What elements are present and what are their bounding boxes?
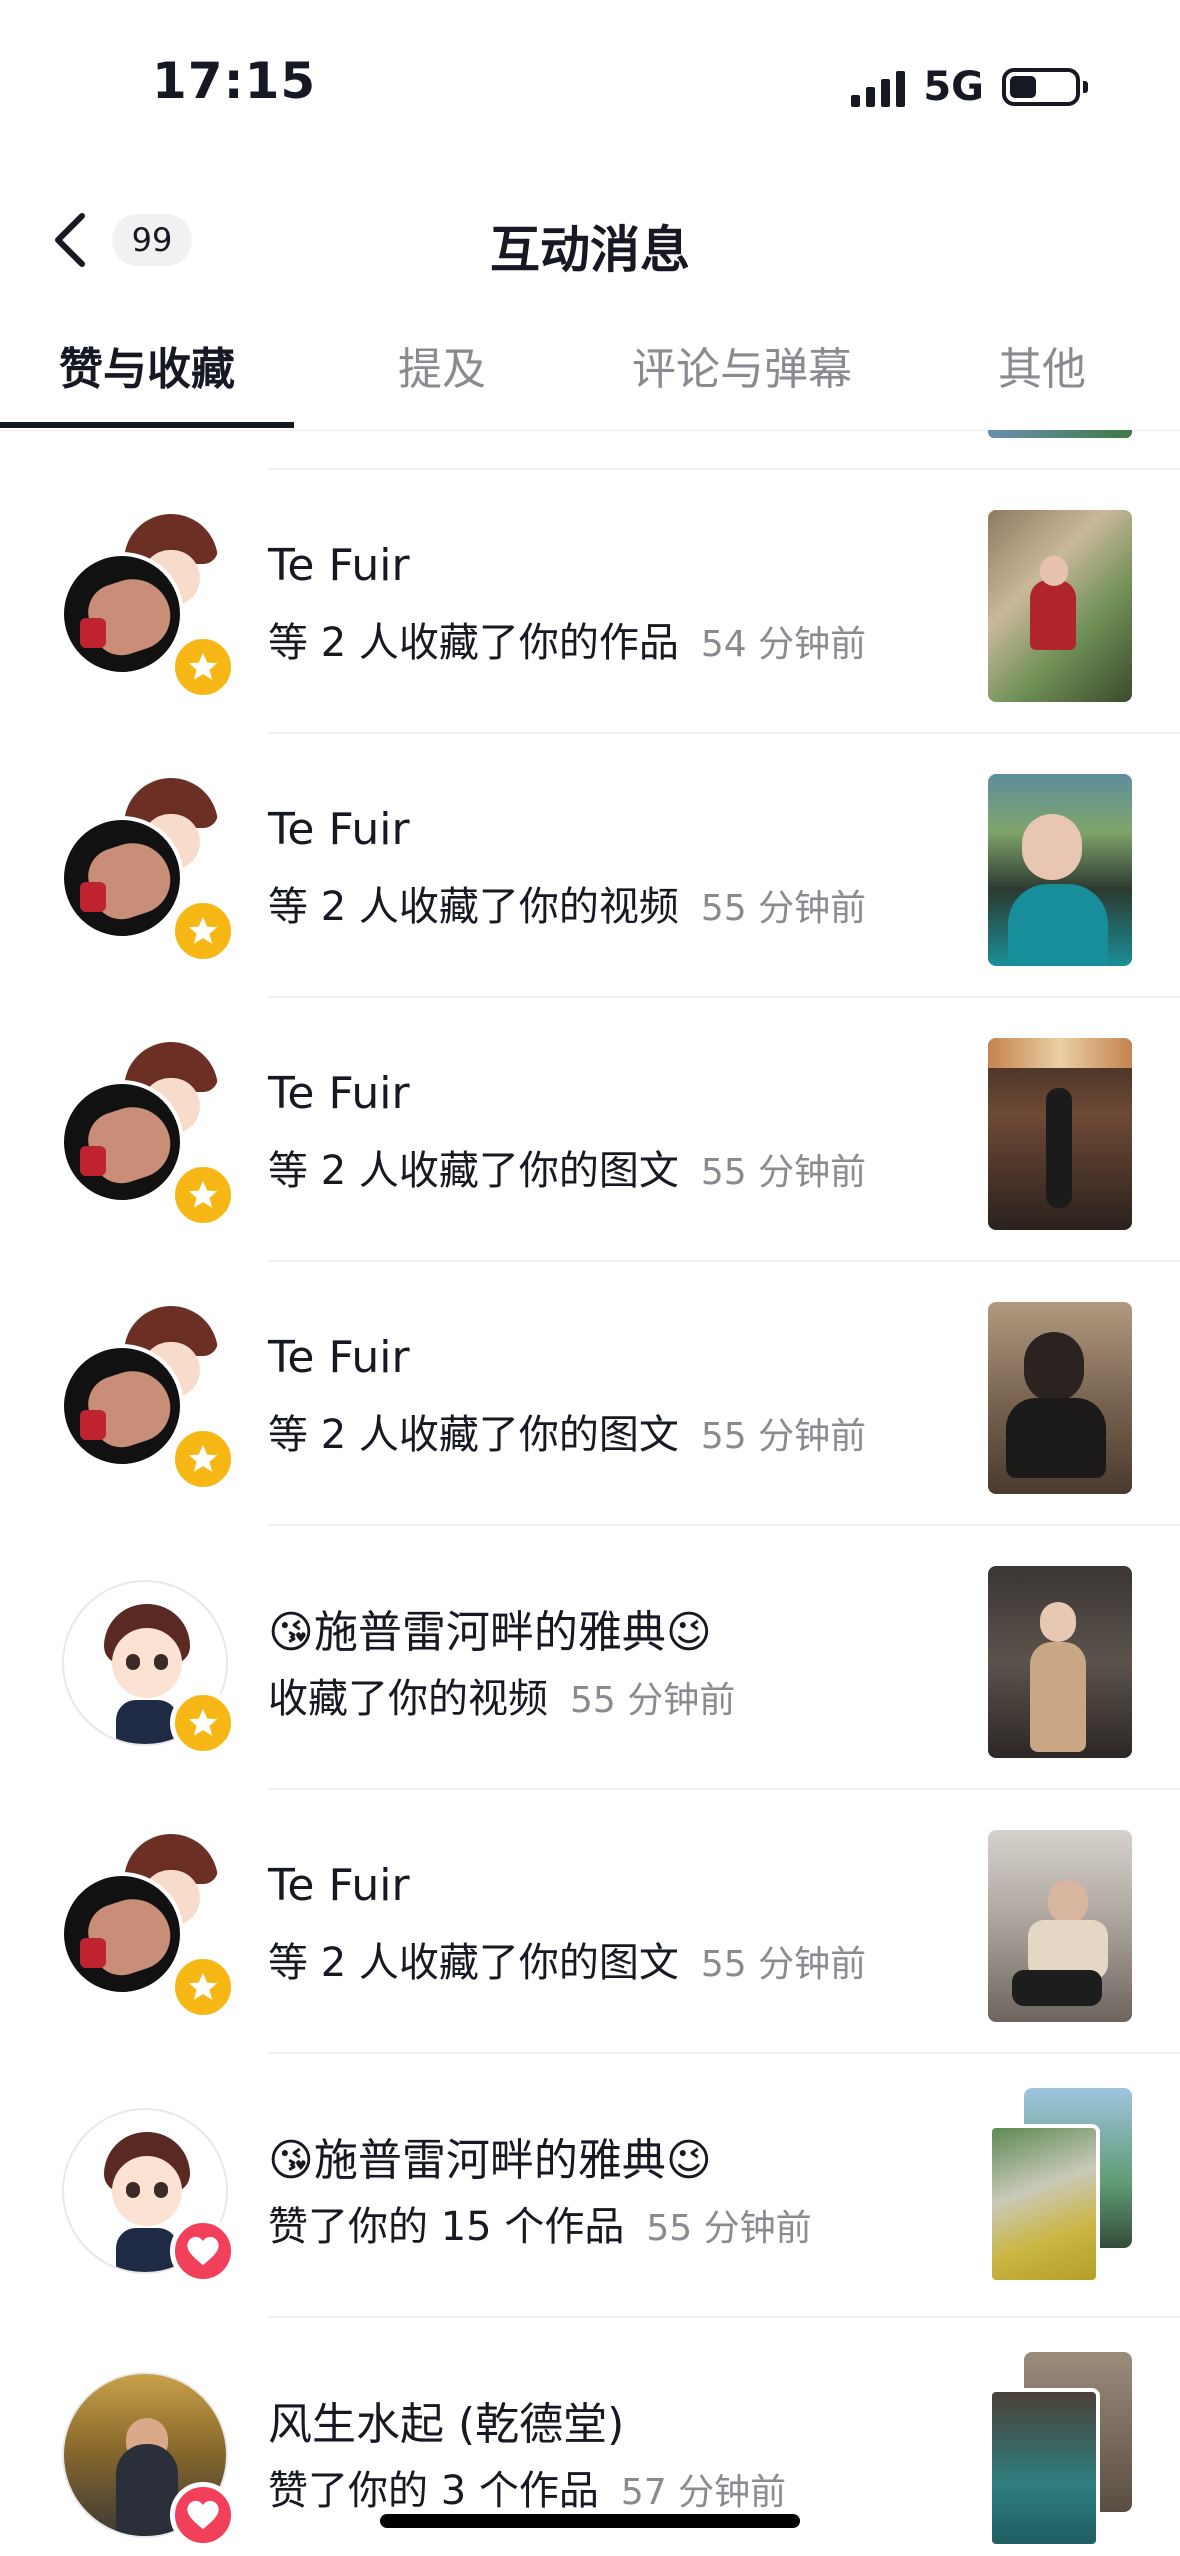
- battery-icon: [1002, 68, 1088, 106]
- action-text: 等 2 人收藏了你的作品: [268, 620, 679, 666]
- action-text: 等 2 人收藏了你的图文: [268, 1148, 679, 1194]
- timestamp: 55 分钟前: [700, 1416, 867, 1457]
- activity-text: 等 2 人收藏了你的作品 54 分钟前: [268, 610, 866, 668]
- avatar: [60, 1344, 184, 1468]
- content-thumbnail[interactable]: [988, 1038, 1132, 1230]
- timestamp: 55 分钟前: [700, 888, 867, 929]
- home-indicator[interactable]: [380, 2514, 800, 2528]
- avatar: [60, 1872, 184, 1996]
- user-name[interactable]: 😘施普雷河畔的雅典😉: [268, 2124, 712, 2188]
- avatar-group[interactable]: [60, 514, 240, 700]
- list-item[interactable]: 😘施普雷河畔的雅典😉 赞了你的 15 个作品 55 分钟前: [0, 2054, 1180, 2318]
- list-item[interactable]: Te Fuir 等 2 人收藏了你的图文 55 分钟前: [0, 998, 1180, 1262]
- timestamp: 55 分钟前: [646, 2208, 812, 2249]
- star-icon: [170, 1690, 236, 1756]
- avatar-group[interactable]: [60, 1306, 240, 1492]
- user-name[interactable]: Te Fuir: [268, 1068, 410, 1119]
- user-name[interactable]: 😘施普雷河畔的雅典😉: [268, 1596, 712, 1660]
- user-name[interactable]: Te Fuir: [268, 540, 410, 591]
- content-thumbnail-stack[interactable]: [988, 2088, 1132, 2288]
- network-type: 5G: [923, 64, 984, 110]
- status-time: 17:15: [152, 52, 317, 110]
- avatar: [60, 552, 184, 676]
- content-thumbnail[interactable]: [988, 1302, 1132, 1494]
- avatar: [60, 1080, 184, 1204]
- activity-text: 等 2 人收藏了你的视频 55 分钟前: [268, 874, 866, 932]
- avatar-group[interactable]: [60, 1042, 240, 1228]
- avatar-group[interactable]: [60, 1570, 240, 1756]
- star-icon: [170, 1426, 236, 1492]
- user-name[interactable]: Te Fuir: [268, 804, 410, 855]
- star-icon: [170, 898, 236, 964]
- timestamp: 57 分钟前: [620, 2472, 787, 2513]
- content-thumbnail: [988, 2388, 1100, 2548]
- header: 99 互动消息: [0, 190, 1180, 290]
- user-name[interactable]: 风生水起 (乾德堂): [268, 2388, 624, 2452]
- avatar-group[interactable]: [60, 1834, 240, 2020]
- list-item[interactable]: Te Fuir 等 2 人收藏了你的图文 55 分钟前: [0, 1790, 1180, 2054]
- star-icon: [170, 1162, 236, 1228]
- star-icon: [170, 634, 236, 700]
- avatar-group[interactable]: [60, 778, 240, 964]
- action-text: 赞了你的 3 个作品: [268, 2468, 599, 2514]
- avatar: [60, 816, 184, 940]
- user-name[interactable]: Te Fuir: [268, 1332, 410, 1383]
- list-item[interactable]: 😘施普雷河畔的雅典😉 收藏了你的视频 55 分钟前: [0, 1526, 1180, 1790]
- avatar-group[interactable]: [60, 2362, 240, 2548]
- action-text: 等 2 人收藏了你的视频: [268, 884, 679, 930]
- heart-icon: [170, 2482, 236, 2548]
- content-thumbnail: [988, 2124, 1100, 2284]
- star-icon: [170, 1954, 236, 2020]
- timestamp: 55 分钟前: [570, 1680, 736, 1721]
- status-bar: 17:15 5G: [0, 0, 1180, 170]
- timestamp: 55 分钟前: [700, 1152, 867, 1193]
- content-thumbnail[interactable]: [988, 1566, 1132, 1758]
- activity-text: 赞了你的 15 个作品 55 分钟前: [268, 2194, 812, 2252]
- active-tab-indicator: [0, 422, 294, 428]
- page-title: 互动消息: [490, 221, 690, 279]
- content-thumbnail-stack[interactable]: [988, 2352, 1132, 2552]
- tab-bar: 赞与收藏 提及 评论与弹幕 其他: [0, 330, 1180, 431]
- partial-thumbnail[interactable]: [988, 430, 1132, 438]
- action-text: 等 2 人收藏了你的图文: [268, 1940, 679, 1986]
- activity-text: 收藏了你的视频 55 分钟前: [268, 1666, 735, 1724]
- tab-likes-favorites[interactable]: 赞与收藏: [40, 330, 254, 410]
- content-thumbnail[interactable]: [988, 510, 1132, 702]
- tab-other[interactable]: 其他: [980, 330, 1104, 410]
- timestamp: 54 分钟前: [700, 624, 867, 665]
- tab-comments-danmaku[interactable]: 评论与弹幕: [620, 330, 864, 410]
- content-thumbnail[interactable]: [988, 1830, 1132, 2022]
- list-item[interactable]: Te Fuir 等 2 人收藏了你的图文 55 分钟前: [0, 1262, 1180, 1526]
- tab-mentions[interactable]: 提及: [380, 330, 504, 410]
- activity-text: 赞了你的 3 个作品 57 分钟前: [268, 2458, 786, 2516]
- activity-text: 等 2 人收藏了你的图文 55 分钟前: [268, 1138, 866, 1196]
- action-text: 收藏了你的视频: [268, 1676, 548, 1722]
- heart-icon: [170, 2218, 236, 2284]
- action-text: 等 2 人收藏了你的图文: [268, 1412, 679, 1458]
- signal-icon: [851, 67, 906, 107]
- status-indicators: 5G: [851, 62, 1088, 112]
- user-name[interactable]: Te Fuir: [268, 1860, 410, 1911]
- content-thumbnail[interactable]: [988, 774, 1132, 966]
- action-text: 赞了你的 15 个作品: [268, 2204, 625, 2250]
- activity-text: 等 2 人收藏了你的图文 55 分钟前: [268, 1402, 866, 1460]
- activity-text: 等 2 人收藏了你的图文 55 分钟前: [268, 1930, 866, 1988]
- list-item[interactable]: Te Fuir 等 2 人收藏了你的作品 54 分钟前: [0, 470, 1180, 734]
- timestamp: 55 分钟前: [700, 1944, 867, 1985]
- avatar-group[interactable]: [60, 2098, 240, 2284]
- list-item[interactable]: Te Fuir 等 2 人收藏了你的视频 55 分钟前: [0, 734, 1180, 998]
